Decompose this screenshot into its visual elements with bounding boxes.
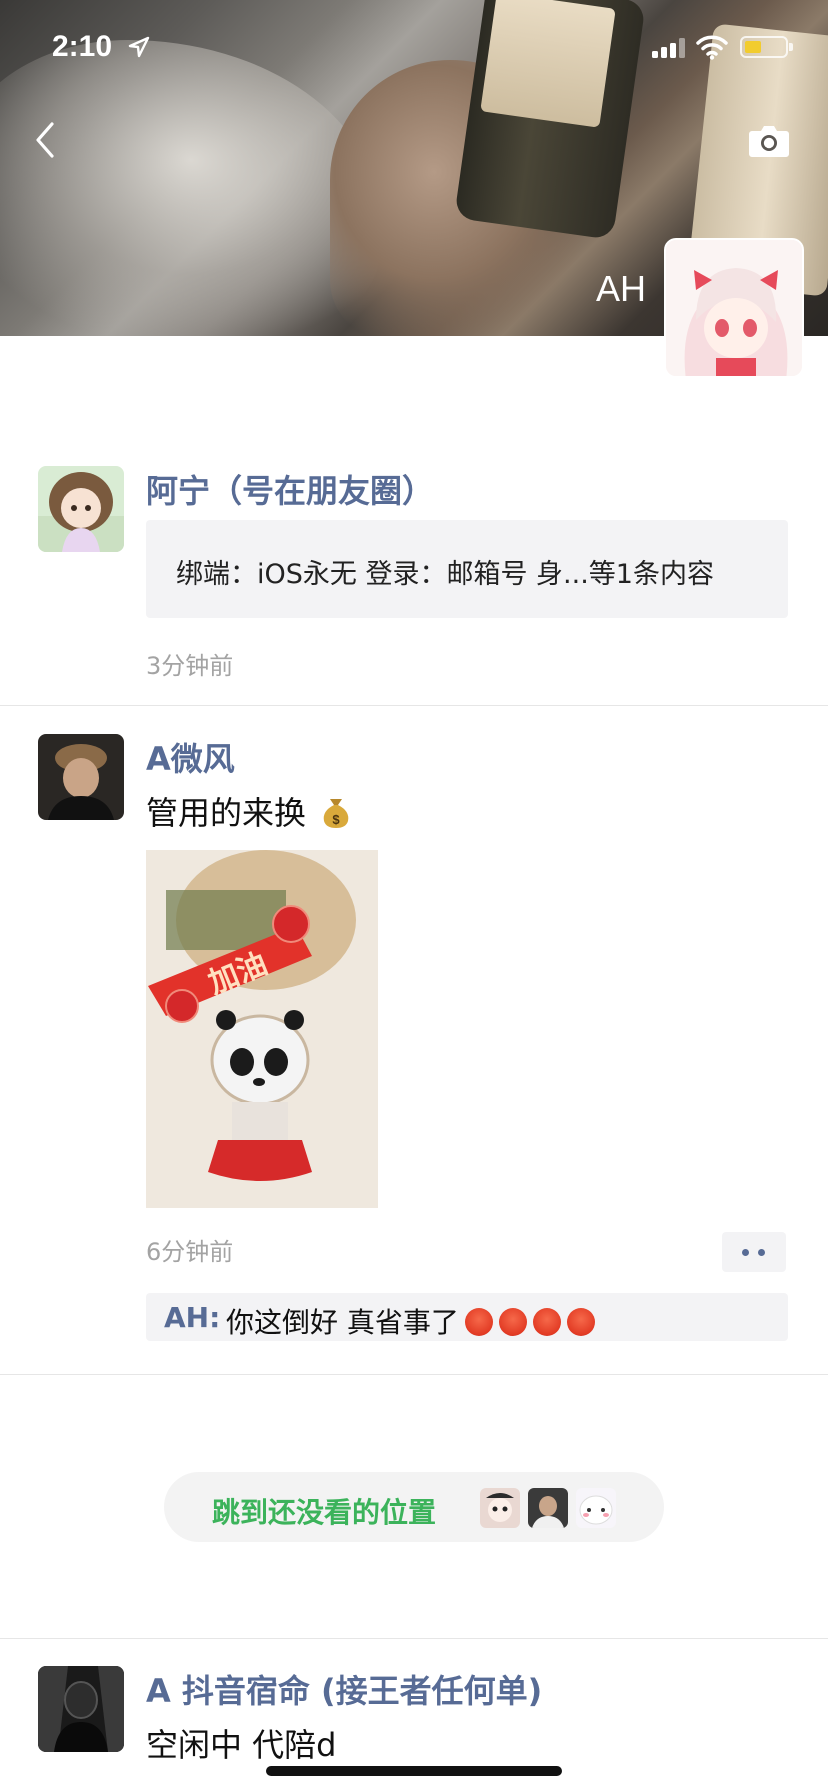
post-text: 管用的来换 $ <box>146 788 352 834</box>
post-time: 6分钟前 <box>146 1238 234 1266</box>
back-chevron-icon[interactable] <box>30 118 60 162</box>
post-time: 3分钟前 <box>146 652 234 680</box>
owner-avatar[interactable] <box>664 238 804 378</box>
avatar[interactable] <box>38 466 124 552</box>
signal-icon <box>652 38 685 58</box>
mascot-photo-art: 加油 <box>146 850 378 1208</box>
comment-author[interactable]: AH: <box>164 1301 220 1334</box>
angry-face-icon <box>566 1308 595 1336</box>
jump-to-unread-button[interactable]: 跳到还没看的位置 <box>164 1472 664 1542</box>
home-indicator[interactable] <box>266 1766 562 1776</box>
divider <box>0 1374 828 1375</box>
divider <box>0 705 828 706</box>
divider <box>0 1638 828 1639</box>
svg-text:$: $ <box>333 812 341 827</box>
author-name[interactable]: A 抖音宿命 (接王者任何单) <box>146 1666 542 1712</box>
battery-icon <box>740 36 793 58</box>
anime-girl-avatar-art <box>666 240 802 376</box>
more-dot-icon <box>742 1249 749 1256</box>
mini-avatar <box>480 1488 520 1528</box>
cartoon-girl-avatar-art <box>38 466 124 552</box>
post-text-body: 管用的来换 <box>146 794 307 832</box>
angry-face-icon <box>498 1308 527 1336</box>
author-name[interactable]: A微风 <box>146 734 235 780</box>
shared-content-card[interactable]: 绑端：iOS永无 登录：邮箱号 身...等1条内容 <box>146 520 788 618</box>
comment-text: 你这倒好 真省事了 <box>226 1301 595 1341</box>
wifi-icon <box>696 35 728 60</box>
post-photo[interactable]: 加油 <box>146 850 378 1208</box>
more-dot-icon <box>758 1249 765 1256</box>
mini-avatar <box>576 1488 616 1528</box>
more-actions-button[interactable] <box>722 1232 786 1272</box>
mini-avatar <box>528 1488 568 1528</box>
jump-to-unread-label: 跳到还没看的位置 <box>212 1496 437 1529</box>
angry-face-icon <box>532 1308 561 1336</box>
comment-row[interactable]: AH: 你这倒好 真省事了 <box>146 1293 788 1341</box>
shared-content-text: 绑端：iOS永无 登录：邮箱号 身...等1条内容 <box>176 559 714 590</box>
status-bar: 2:10 <box>0 0 828 100</box>
avatar[interactable] <box>38 734 124 820</box>
avatar[interactable] <box>38 1666 124 1752</box>
post-text: 空闲中 代陪d <box>146 1726 337 1764</box>
comment-text-body: 你这倒好 真省事了 <box>226 1306 459 1339</box>
angry-face-icon <box>464 1308 493 1336</box>
author-name[interactable]: 阿宁（号在朋友圈） <box>146 466 434 512</box>
camera-icon[interactable] <box>748 122 790 158</box>
man-portrait-avatar-art <box>38 734 124 820</box>
status-time: 2:10 <box>52 30 113 63</box>
owner-name[interactable]: AH <box>590 268 646 310</box>
location-arrow-icon <box>128 36 150 58</box>
dark-figure-avatar-art <box>38 1666 124 1752</box>
money-bag-icon: $ <box>323 799 349 828</box>
